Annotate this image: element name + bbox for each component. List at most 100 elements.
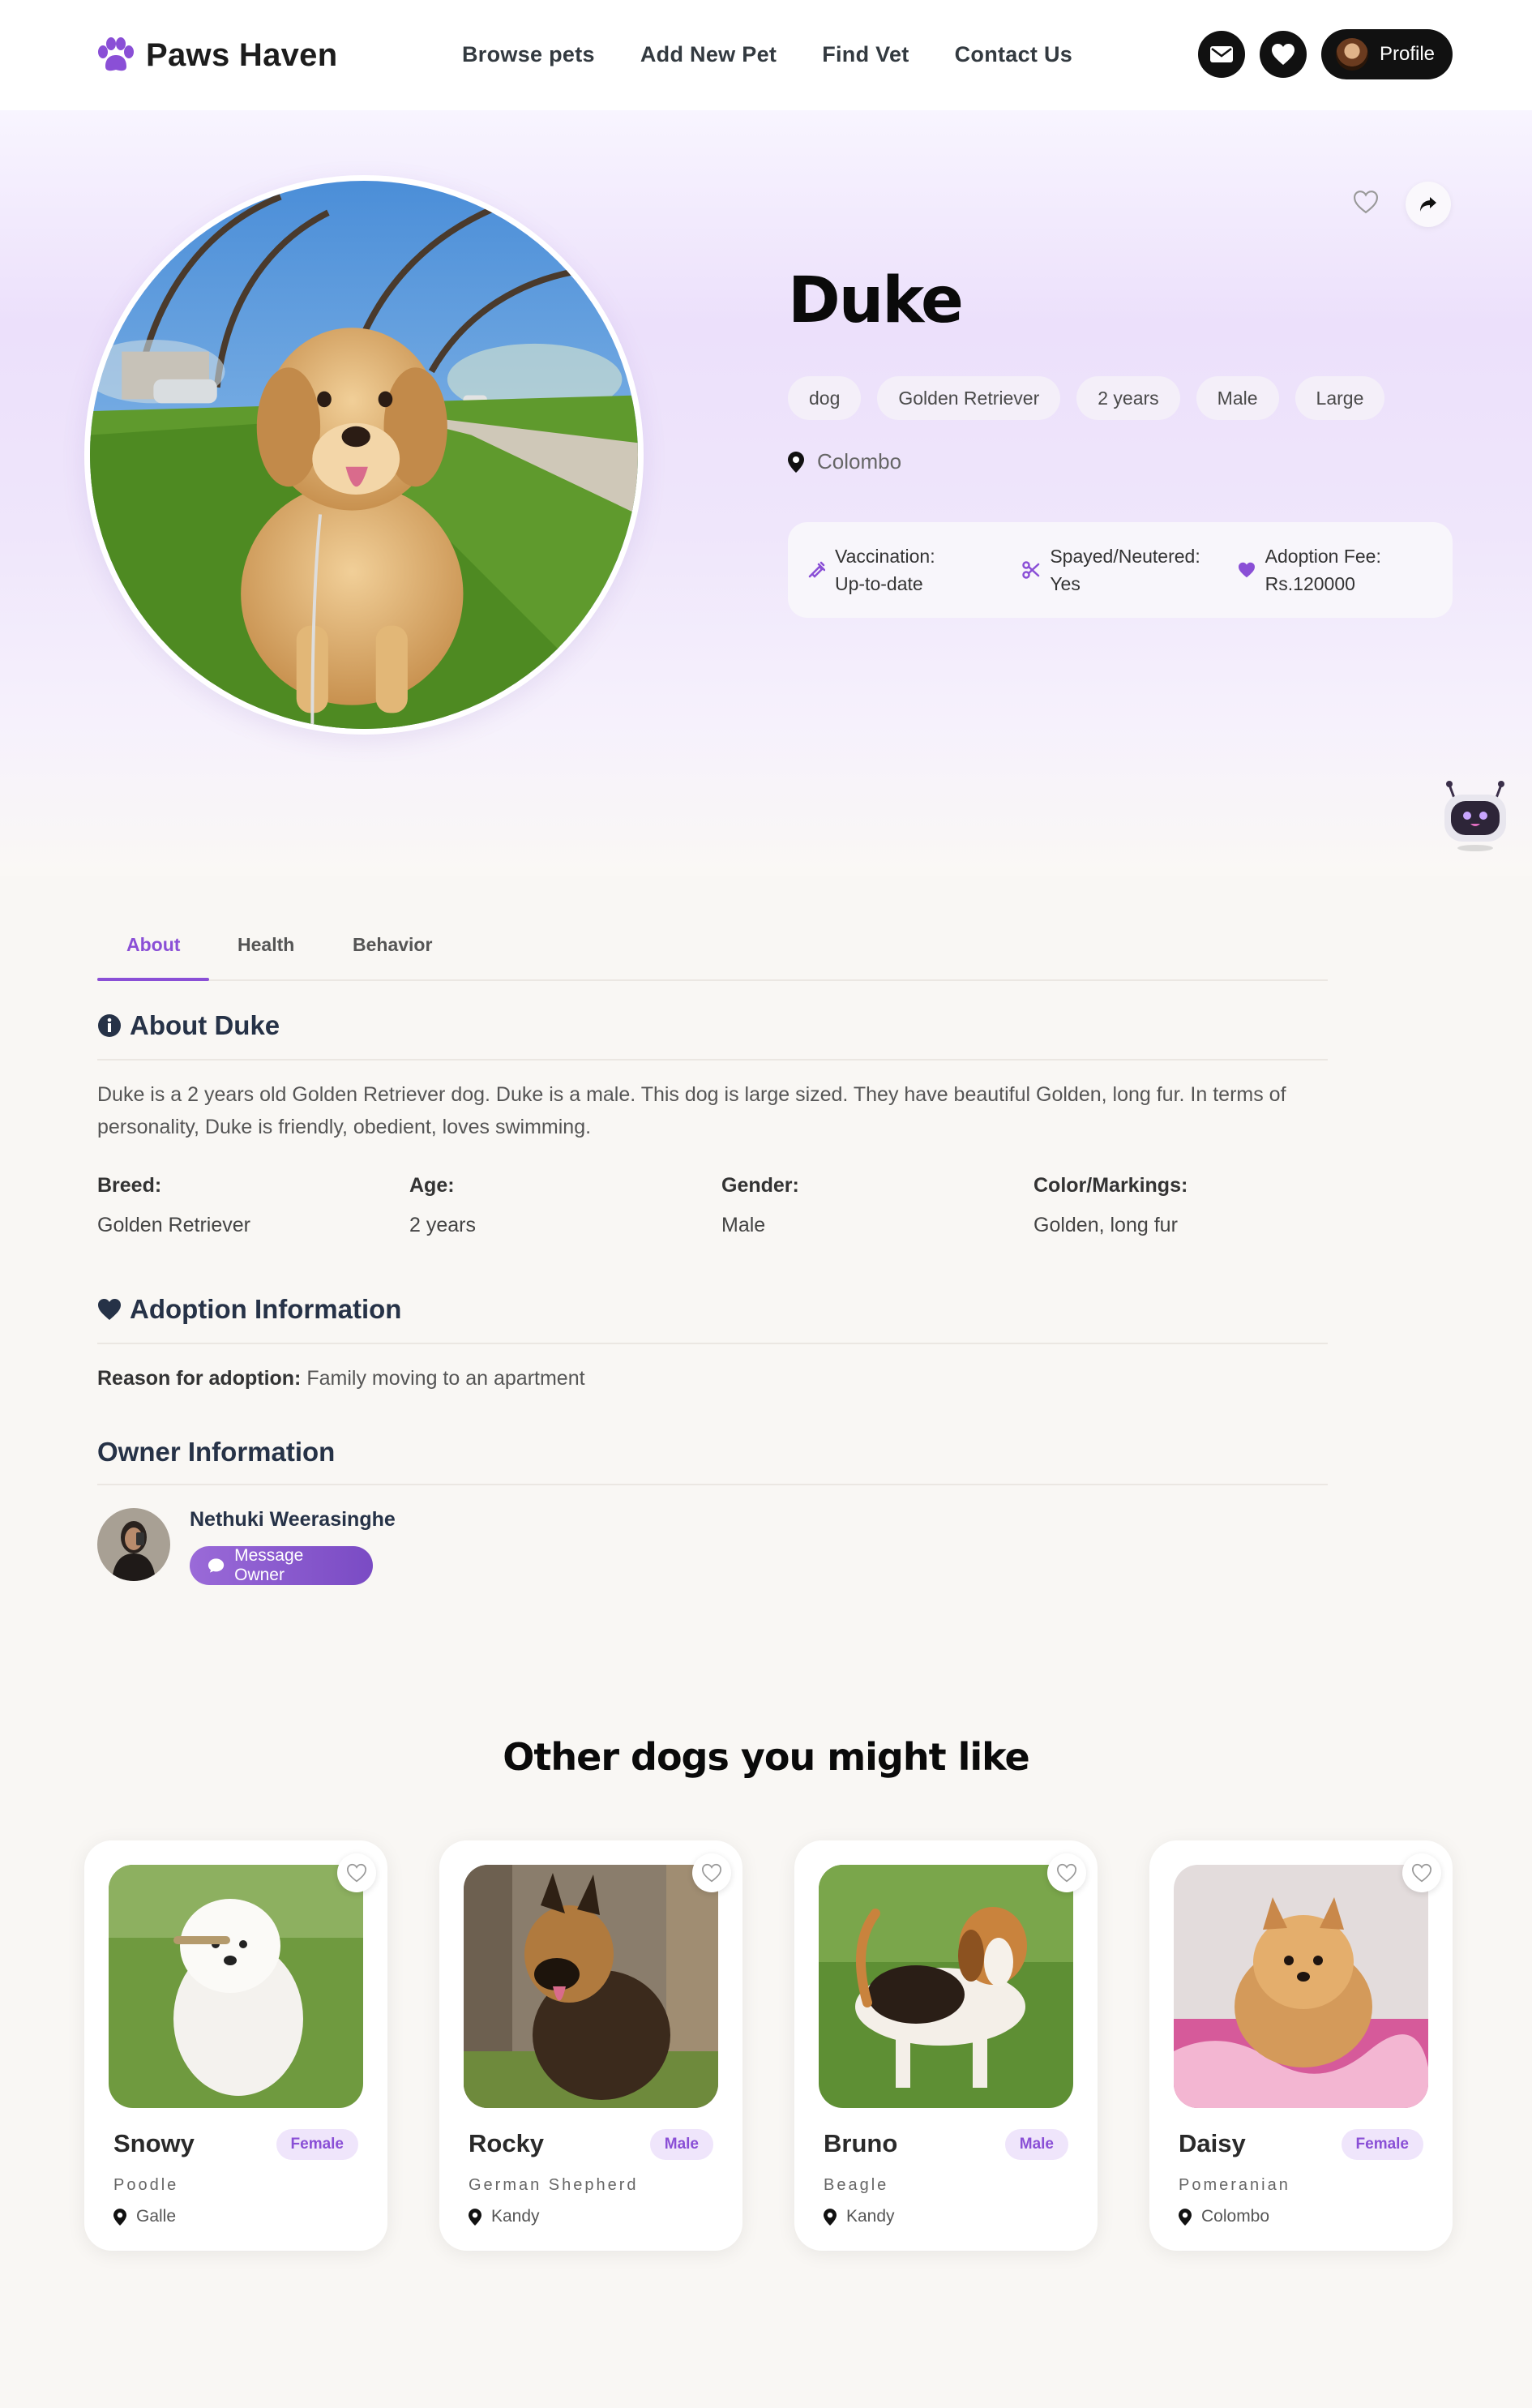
heart-outline-icon: [346, 1863, 367, 1883]
favorite-card-button[interactable]: [1402, 1853, 1441, 1892]
pet-location: Colombo: [788, 449, 901, 474]
location-text: Galle: [136, 2207, 177, 2226]
scissors-icon: [1022, 561, 1040, 579]
heart-outline-icon: [1353, 191, 1379, 214]
mail-icon: [1209, 46, 1233, 62]
share-icon: [1420, 197, 1436, 212]
pet-card-location: Kandy: [824, 2207, 895, 2226]
favorite-card-button[interactable]: [692, 1853, 731, 1892]
location-pin-icon: [113, 2208, 126, 2226]
pet-card[interactable]: Snowy Female Poodle Galle: [84, 1840, 387, 2251]
vaccination-label: Vaccination:: [835, 546, 935, 567]
pet-status-box: Vaccination: Up-to-date Spayed/Neutered:…: [788, 522, 1453, 618]
reason-label: Reason for adoption:: [97, 1367, 302, 1390]
favorite-card-button[interactable]: [1047, 1853, 1086, 1892]
chatbot-button[interactable]: [1436, 777, 1514, 855]
fact-value: Male: [721, 1214, 766, 1236]
heart-icon: [1271, 44, 1294, 65]
location-pin-icon: [788, 451, 804, 473]
fact-gender: Gender: Male: [721, 1174, 1033, 1237]
vaccination-status: Vaccination: Up-to-date: [807, 542, 1022, 598]
heart-outline-icon: [1411, 1863, 1432, 1883]
location-pin-icon: [1179, 2208, 1192, 2226]
adoption-fee: Adoption Fee: Rs.120000: [1238, 542, 1453, 598]
profile-button[interactable]: Profile: [1320, 29, 1453, 79]
pet-card-name: Bruno: [824, 2129, 898, 2157]
robot-icon: [1444, 781, 1506, 851]
pet-facts: Breed: Golden Retriever Age: 2 years Gen…: [97, 1174, 1346, 1237]
tag-species: dog: [788, 376, 862, 420]
spayed-label: Spayed/Neutered:: [1050, 546, 1200, 567]
syringe-icon: [808, 561, 825, 578]
tag-breed: Golden Retriever: [877, 376, 1061, 420]
pet-tags: dog Golden Retriever 2 years Male Large: [788, 376, 1385, 420]
info-icon: [98, 1014, 121, 1037]
fact-value: Golden, long fur: [1033, 1214, 1178, 1236]
messages-button[interactable]: [1197, 31, 1245, 78]
brand-name: Paws Haven: [146, 36, 338, 73]
fact-label: Color/Markings:: [1033, 1174, 1188, 1197]
owner-heading: Owner Information: [97, 1437, 335, 1468]
pet-card-photo: [109, 1865, 363, 2108]
divider: [97, 1059, 1328, 1060]
pet-card-breed: Beagle: [824, 2176, 889, 2194]
detail-tabs: About Health Behavior: [97, 924, 1328, 981]
pomeranian-photo: [1174, 1865, 1428, 2108]
active-tab-indicator: [97, 978, 209, 981]
chat-bubble-icon: [208, 1558, 225, 1573]
fact-color: Color/Markings: Golden, long fur: [1033, 1174, 1346, 1237]
pet-card[interactable]: Rocky Male German Shepherd Kandy: [439, 1840, 742, 2251]
divider: [97, 1484, 1328, 1485]
adoption-title: Adoption Information: [130, 1294, 402, 1324]
dog-photo-illustration: [90, 181, 638, 729]
pet-card-name: Snowy: [113, 2129, 195, 2157]
pet-card-name: Rocky: [469, 2129, 545, 2157]
location-pin-icon: [469, 2208, 481, 2226]
nav-find-vet[interactable]: Find Vet: [822, 37, 909, 71]
main-nav: Browse pets Add New Pet Find Vet Contact…: [462, 37, 1118, 71]
about-title: About Duke: [130, 1010, 280, 1040]
fee-label: Adoption Fee:: [1265, 546, 1381, 567]
pet-card[interactable]: Bruno Male Beagle Kandy: [794, 1840, 1098, 2251]
message-owner-button[interactable]: Message Owner: [190, 1546, 373, 1585]
tab-health[interactable]: Health: [238, 934, 294, 956]
favorites-button[interactable]: [1259, 31, 1307, 78]
share-button[interactable]: [1406, 182, 1451, 227]
pet-card-breed: German Shepherd: [469, 2176, 639, 2194]
tab-about[interactable]: About: [126, 934, 180, 956]
fee-value: Rs.120000: [1265, 573, 1355, 594]
heart-icon: [1238, 562, 1255, 578]
owner-name: Nethuki Weerasinghe: [190, 1508, 396, 1531]
favorite-pet-button[interactable]: [1352, 190, 1380, 218]
brand-logo[interactable]: Paws Haven: [96, 32, 337, 78]
top-navbar: Paws Haven Browse pets Add New Pet Find …: [0, 0, 1532, 110]
header-actions: Profile: [1197, 29, 1453, 79]
fact-age: Age: 2 years: [409, 1174, 721, 1237]
pet-card-breed: Poodle: [113, 2176, 179, 2194]
nav-contact-us[interactable]: Contact Us: [955, 37, 1073, 71]
pet-hero: Duke dog Golden Retriever 2 years Male L…: [0, 110, 1532, 876]
reason-text: Family moving to an apartment: [306, 1367, 585, 1390]
favorite-card-button[interactable]: [337, 1853, 376, 1892]
nav-browse-pets[interactable]: Browse pets: [462, 37, 595, 71]
fact-value: Golden Retriever: [97, 1214, 250, 1236]
gender-badge: Female: [276, 2129, 358, 2160]
owner-card: Nethuki Weerasinghe Message Owner: [97, 1508, 396, 1585]
tag-age: 2 years: [1076, 376, 1180, 420]
german-shepherd-photo: [464, 1865, 718, 2108]
pet-card[interactable]: Daisy Female Pomeranian Colombo: [1149, 1840, 1453, 2251]
tab-behavior[interactable]: Behavior: [353, 934, 432, 956]
location-text: Kandy: [491, 2207, 540, 2226]
pet-card-location: Kandy: [469, 2207, 540, 2226]
heart-outline-icon: [1056, 1863, 1077, 1883]
heart-outline-icon: [701, 1863, 722, 1883]
tag-size: Large: [1294, 376, 1385, 420]
nav-add-new-pet[interactable]: Add New Pet: [640, 37, 777, 71]
location-pin-icon: [824, 2208, 837, 2226]
pet-card-photo: [1174, 1865, 1428, 2108]
spayed-status: Spayed/Neutered: Yes: [1022, 542, 1237, 598]
adoption-heading: Adoption Information: [97, 1294, 401, 1325]
fact-value: 2 years: [409, 1214, 476, 1236]
fact-breed: Breed: Golden Retriever: [97, 1174, 409, 1237]
pet-card-photo: [464, 1865, 718, 2108]
